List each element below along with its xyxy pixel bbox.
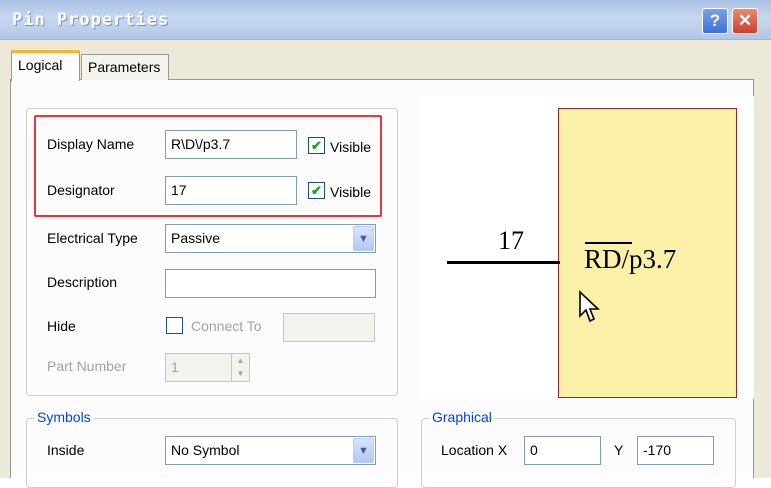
location-y-input[interactable]: -170: [637, 436, 714, 465]
designator-visible-checkbox[interactable]: ✔: [308, 182, 325, 199]
connect-to-label: Connect To: [191, 318, 262, 334]
window-title: Pin Properties: [12, 10, 170, 30]
hide-checkbox[interactable]: [166, 317, 183, 334]
designator-visible-label: Visible: [330, 184, 371, 200]
chevron-down-icon[interactable]: ▼: [353, 226, 374, 251]
location-x-input[interactable]: 0: [524, 436, 601, 465]
graphical-group-title: Graphical: [429, 409, 495, 425]
hide-label: Hide: [47, 318, 76, 334]
designator-label: Designator: [47, 182, 115, 198]
check-icon: ✔: [311, 137, 322, 153]
pin-number-text: 17: [498, 226, 524, 255]
inside-label: Inside: [47, 442, 85, 458]
inside-symbol-select[interactable]: No Symbol ▼: [165, 436, 376, 465]
part-number-label: Part Number: [47, 358, 127, 374]
location-x-label: Location X: [441, 442, 508, 458]
tab-parameters[interactable]: Parameters: [81, 54, 169, 80]
title-bar[interactable]: Pin Properties ? ✕: [0, 0, 771, 40]
help-button[interactable]: ?: [702, 8, 728, 34]
description-input[interactable]: [165, 269, 376, 298]
chevron-up-icon[interactable]: ▲: [232, 354, 249, 367]
part-number-input[interactable]: 1: [165, 353, 232, 382]
connect-to-input[interactable]: [283, 313, 375, 342]
display-name-input[interactable]: R\D\/p3.7: [165, 130, 297, 159]
pin-line: [447, 261, 560, 264]
close-button[interactable]: ✕: [732, 8, 758, 34]
electrical-type-value: Passive: [171, 230, 221, 246]
help-icon: ?: [709, 11, 721, 30]
pin-name-remainder: /p3.7: [621, 244, 677, 274]
location-y-label: Y: [614, 442, 624, 458]
tab-parameters-label: Parameters: [88, 59, 161, 75]
tab-logical[interactable]: Logical: [11, 50, 80, 81]
description-label: Description: [47, 274, 118, 290]
close-icon: ✕: [737, 11, 753, 30]
electrical-type-select[interactable]: Passive ▼: [165, 224, 376, 253]
pin-name-negated-part: RD: [584, 244, 622, 274]
pin-properties-dialog: Pin Properties ? ✕ Logical Parameters Di…: [0, 0, 771, 488]
chevron-down-icon[interactable]: ▼: [232, 367, 249, 380]
inside-symbol-value: No Symbol: [171, 442, 240, 458]
mouse-cursor-icon: [579, 290, 600, 323]
display-name-visible-checkbox[interactable]: ✔: [308, 137, 325, 154]
tab-logical-label: Logical: [18, 57, 63, 73]
check-icon: ✔: [311, 182, 322, 198]
designator-input[interactable]: 17: [165, 176, 297, 205]
pin-name-text: RD/p3.7: [584, 244, 676, 275]
symbols-group-title: Symbols: [34, 409, 94, 425]
display-name-visible-label: Visible: [330, 139, 371, 155]
display-name-label: Display Name: [47, 136, 135, 152]
electrical-type-label: Electrical Type: [47, 230, 138, 246]
chevron-down-icon[interactable]: ▼: [353, 438, 374, 463]
part-number-spinner[interactable]: ▲ ▼: [231, 353, 250, 382]
